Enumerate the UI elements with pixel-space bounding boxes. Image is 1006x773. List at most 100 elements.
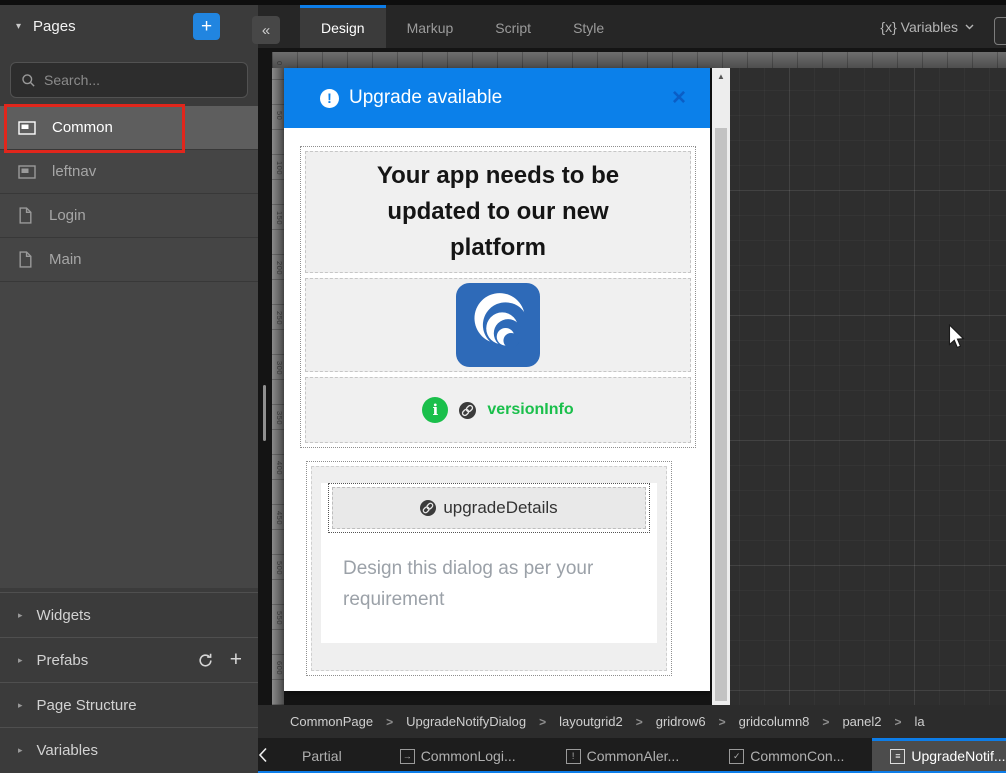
bottom-tab-commonconfirm[interactable]: ✓ CommonCon...: [711, 738, 862, 771]
pages-panel-title: Pages: [33, 18, 193, 35]
canvas-grid: [730, 68, 1006, 705]
bottom-tab-commonlogin[interactable]: → CommonLogi...: [382, 738, 534, 771]
upgrade-notify-dialog[interactable]: ! Upgrade available × Your app needs to …: [284, 68, 710, 691]
bind-link-icon: [420, 500, 436, 516]
add-page-button[interactable]: +: [193, 13, 220, 40]
sidebar-scrollbar-thumb[interactable]: [263, 385, 266, 441]
breadcrumb-item[interactable]: la: [915, 714, 925, 729]
collapse-sidebar-button[interactable]: «: [252, 16, 280, 44]
bottom-tab-commonalert[interactable]: ! CommonAler...: [548, 738, 698, 771]
close-icon[interactable]: ×: [672, 88, 686, 108]
section-label: Variables: [37, 742, 98, 759]
variables-dropdown-label: {x} Variables: [880, 19, 958, 35]
tabs-scroll-left-button[interactable]: [258, 738, 268, 771]
page-item-label: Login: [49, 207, 86, 224]
breadcrumb-item[interactable]: CommonPage: [290, 714, 373, 729]
bottom-tab-upgradenotify[interactable]: ≡ UpgradeNotif...: [872, 738, 1006, 771]
sidebar-section-widgets[interactable]: ▸ Widgets: [0, 592, 258, 637]
page-item-main[interactable]: Main: [0, 238, 258, 282]
bottom-tab-label: UpgradeNotif...: [911, 748, 1005, 764]
design-dialog-icon: ≡: [890, 749, 905, 764]
bottom-tab-label: Partial: [302, 748, 342, 764]
breadcrumb-item[interactable]: panel2: [842, 714, 881, 729]
section-label: Prefabs: [37, 652, 89, 669]
info-icon: i: [422, 397, 448, 423]
page-item-login[interactable]: Login: [0, 194, 258, 238]
collapse-caret-icon: ▾: [16, 21, 21, 32]
layout-grid-widget[interactable]: Your app needs to be updated to our new …: [300, 146, 696, 448]
breadcrumb-separator: >: [539, 715, 546, 729]
partial-icon: [18, 165, 36, 179]
section-label: Widgets: [37, 607, 91, 624]
breadcrumb-separator: >: [719, 715, 726, 729]
page-item-leftnav[interactable]: leftnav: [0, 150, 258, 194]
pages-sidebar: ▾ Pages + Common: [0, 5, 258, 773]
dialog-placeholder-text: Design this dialog as per your requireme…: [321, 533, 621, 643]
edge-partial-button[interactable]: [994, 17, 1006, 45]
upgrade-details-button[interactable]: upgradeDetails: [332, 487, 646, 529]
tab-label: Markup: [407, 20, 454, 36]
breadcrumb-separator: >: [636, 715, 643, 729]
open-files-tabbar: Partial → CommonLogi... ! CommonAler... …: [258, 738, 1006, 773]
breadcrumb-separator: >: [822, 715, 829, 729]
dialog-title: Upgrade available: [349, 87, 672, 109]
refresh-icon[interactable]: [197, 652, 214, 669]
vertical-ruler: 050100150200250300350400450500550600: [272, 68, 284, 705]
canvas-content: ! Upgrade available × Your app needs to …: [284, 68, 1006, 705]
expand-caret-icon: ▸: [18, 610, 23, 621]
page-item-label: leftnav: [52, 163, 96, 180]
upgrade-badge-icon: !: [320, 89, 339, 108]
sidebar-section-prefabs[interactable]: ▸ Prefabs +: [0, 637, 258, 682]
breadcrumb-item[interactable]: UpgradeNotifyDialog: [406, 714, 526, 729]
design-canvas: 050100150200250300350400450500550600 ! U…: [258, 48, 1006, 705]
upgrade-details-label: upgradeDetails: [443, 498, 557, 518]
expand-caret-icon: ▸: [18, 700, 23, 711]
pages-search-input[interactable]: [44, 72, 224, 88]
confirm-dialog-icon: ✓: [729, 749, 744, 764]
sidebar-section-page-structure[interactable]: ▸ Page Structure: [0, 682, 258, 727]
bottom-tab-partial[interactable]: Partial: [276, 738, 368, 771]
version-info-label: versionInfo: [487, 401, 573, 419]
dialog-heading-text: Your app needs to be updated to our new …: [338, 158, 658, 266]
breadcrumb-separator: >: [386, 715, 393, 729]
app-logo-widget[interactable]: [305, 278, 691, 372]
heading-label-widget[interactable]: Your app needs to be updated to our new …: [305, 151, 691, 273]
add-prefab-icon[interactable]: +: [230, 648, 242, 672]
scroll-up-icon[interactable]: ▲: [712, 68, 730, 81]
wavemaker-logo-icon: [456, 283, 540, 367]
tab-label: Style: [573, 20, 604, 36]
pages-panel-header[interactable]: ▾ Pages +: [0, 5, 258, 48]
breadcrumb-item[interactable]: gridcolumn8: [739, 714, 810, 729]
search-icon: [21, 73, 36, 88]
sidebar-section-variables[interactable]: ▸ Variables: [0, 727, 258, 772]
pages-list: Common leftnav Login: [0, 106, 258, 588]
breadcrumb-item[interactable]: layoutgrid2: [559, 714, 623, 729]
page-item-label: Common: [52, 119, 113, 136]
wavemaker-studio-window: ▾ Pages + Common: [0, 0, 1006, 773]
page-item-common[interactable]: Common: [0, 106, 258, 150]
canvas-scrollbar-thumb[interactable]: [715, 128, 727, 701]
page-icon: [18, 207, 33, 224]
editor-mode-tabs: Design Markup Script Style: [300, 5, 625, 48]
dialog-body: Your app needs to be updated to our new …: [284, 128, 710, 676]
dialog-header[interactable]: ! Upgrade available ×: [284, 68, 710, 128]
tab-style[interactable]: Style: [552, 5, 625, 48]
widget-breadcrumb: CommonPage > UpgradeNotifyDialog > layou…: [258, 705, 1006, 738]
bind-link-icon: [459, 402, 476, 419]
partial-icon: [18, 121, 36, 135]
tab-label: Script: [495, 20, 531, 36]
panel-widget[interactable]: upgradeDetails Design this dialog as per…: [306, 461, 672, 676]
tab-script[interactable]: Script: [474, 5, 552, 48]
variables-dropdown[interactable]: {x} Variables: [880, 5, 974, 48]
canvas-scrollbar[interactable]: ▲: [712, 68, 730, 705]
chevron-down-icon: [965, 24, 974, 30]
breadcrumb-item[interactable]: gridrow6: [656, 714, 706, 729]
login-dialog-icon: →: [400, 749, 415, 764]
sidebar-bottom-sections: ▸ Widgets ▸ Prefabs + ▸ Page Structure ▸…: [0, 592, 258, 772]
breadcrumb-separator: >: [894, 715, 901, 729]
version-info-widget[interactable]: i versionInfo: [305, 377, 691, 443]
tab-design[interactable]: Design: [300, 5, 386, 48]
tab-markup[interactable]: Markup: [386, 5, 475, 48]
pages-search-box[interactable]: [10, 62, 248, 98]
editor-topbar: Design Markup Script Style {x} Variables: [258, 5, 1006, 48]
